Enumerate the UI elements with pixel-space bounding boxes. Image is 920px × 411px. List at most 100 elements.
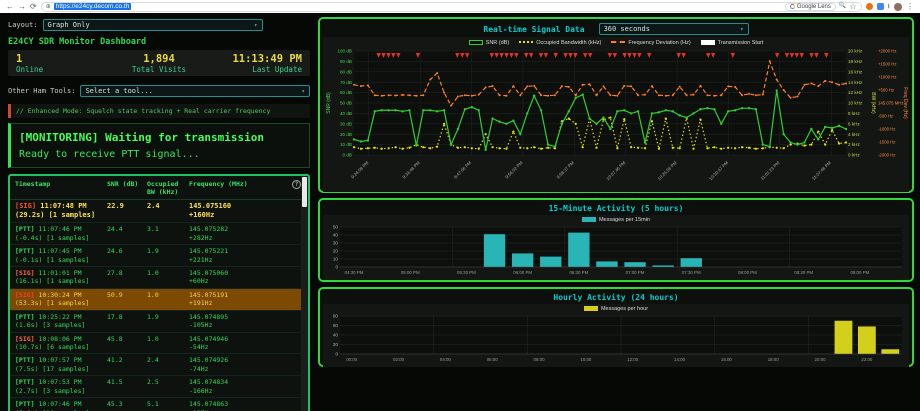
monitoring-ready-line: Ready to receive PTT signal... [19, 149, 301, 160]
table-scrollbar[interactable]: ▾ [301, 176, 308, 411]
search-icon[interactable]: 🔍 [839, 0, 846, 13]
svg-text:08:00: 08:00 [534, 357, 546, 362]
svg-text:16 kHz: 16 kHz [848, 69, 863, 74]
google-lens-button[interactable]: Google Lens [785, 3, 836, 11]
time-range-select[interactable]: 360 seconds ▾ [599, 23, 749, 35]
url-text[interactable]: https://e24cy.decom.co.th [54, 3, 132, 10]
svg-text:00:00: 00:00 [346, 357, 358, 362]
activity-15min-chart: 0102030405004:30 PM05:00 PM05:30 PM06:00… [323, 224, 909, 280]
svg-text:12 kHz: 12 kHz [848, 90, 863, 95]
col-frequency: Frequency (MHz) [189, 180, 292, 196]
help-icon[interactable]: ? [292, 180, 301, 189]
svg-text:08:30 PM: 08:30 PM [794, 270, 813, 275]
col-timestamp: Timestamp [15, 180, 107, 196]
col-snr: SNR (dB) [107, 180, 147, 196]
svg-text:60 dB: 60 dB [340, 90, 352, 95]
svg-text:9:24:08 PM: 9:24:08 PM [350, 160, 370, 180]
stat-visits: 1,894 Total Visits [111, 53, 206, 74]
signal-table-panel: Timestamp SNR (dB) Occupied BW (kHz) Fre… [8, 174, 310, 411]
svg-text:80: 80 [333, 314, 339, 319]
svg-text:-2000 Hz: -2000 Hz [878, 153, 895, 158]
svg-text:18 kHz: 18 kHz [848, 59, 863, 64]
bookmark-star-icon[interactable]: ☆ [849, 0, 856, 13]
svg-text:SNR (dB): SNR (dB) [326, 92, 332, 114]
table-row[interactable]: [PTT] 10:25:22 PM (1.6s) [3 samples]17.8… [10, 311, 308, 333]
table-row[interactable]: [SIG] 11:01:01 PM (16.1s) [1 samples]27.… [10, 267, 308, 289]
enhanced-mode-note: // Enhanced Mode: Squelch state tracking… [8, 104, 310, 118]
table-row[interactable]: [SIG] 10:30:24 PM (53.3s) [1 samples]50.… [10, 289, 308, 311]
browser-toolbar: ← → ⟳ ⊕ https://e24cy.decom.co.th Google… [0, 0, 920, 13]
svg-text:30 dB: 30 dB [340, 121, 352, 126]
chevron-down-icon: ▾ [254, 22, 258, 29]
table-row[interactable]: [PTT] 11:07:46 PM (-0.4s) [1 samples]24.… [10, 223, 308, 245]
table-row[interactable]: [PTT] 10:07:57 PM (7.5s) [17 samples]41.… [10, 354, 308, 376]
profile-avatar[interactable] [894, 3, 902, 11]
monitoring-status-line: [MONITORING] Waiting for transmission [19, 131, 301, 144]
monitoring-status-box: [MONITORING] Waiting for transmission Re… [8, 123, 310, 168]
visits-label: Total Visits [111, 65, 206, 74]
svg-text:10:25:56 PM: 10:25:56 PM [657, 160, 678, 181]
activity-15min-title: 15-Minute Activity (5 hours) [549, 204, 684, 213]
svg-text:+500 Hz: +500 Hz [878, 88, 894, 93]
svg-text:20:00: 20:00 [815, 357, 827, 362]
table-row[interactable]: [SIG] 11:07:48 PM (29.2s) [1 samples]22.… [10, 200, 308, 223]
page-title: E24CY SDR Monitor Dashboard [8, 37, 310, 47]
svg-text:80 dB: 80 dB [340, 69, 352, 74]
svg-text:20: 20 [333, 342, 339, 347]
layout-select[interactable]: Graph Only ▾ [43, 19, 263, 31]
scrollbar-thumb[interactable] [302, 177, 307, 207]
address-bar[interactable]: ⊕ https://e24cy.decom.co.th Google Lens … [41, 2, 862, 12]
svg-text:20: 20 [333, 249, 339, 254]
svg-text:10:07:46 PM: 10:07:46 PM [605, 160, 626, 181]
svg-text:05:30 PM: 05:30 PM [457, 270, 476, 275]
svg-text:6 kHz: 6 kHz [848, 121, 860, 126]
svg-text:08:00 PM: 08:00 PM [738, 270, 757, 275]
svg-text:9:56:02 PM: 9:56:02 PM [504, 160, 524, 180]
svg-text:10: 10 [333, 257, 339, 262]
svg-text:-1500 Hz: -1500 Hz [878, 140, 895, 145]
forward-icon[interactable]: → [18, 0, 26, 13]
realtime-chart-title: Real-time Signal Data [483, 25, 584, 34]
svg-text:40: 40 [333, 233, 339, 238]
extension-icon[interactable] [877, 3, 884, 10]
svg-text:16:00: 16:00 [721, 357, 733, 362]
lens-icon [790, 4, 795, 9]
tools-label: Other Ham Tools: [8, 87, 75, 95]
table-row[interactable]: [PTT] 11:07:45 PM (-0.1s) [1 samples]24.… [10, 245, 308, 267]
svg-text:04:30 PM: 04:30 PM [345, 270, 364, 275]
left-panel: Layout: Graph Only ▾ E24CY SDR Monitor D… [8, 17, 310, 411]
last-update-label: Last Update [207, 65, 302, 74]
back-icon[interactable]: ← [6, 0, 14, 13]
ham-tools-select[interactable]: Select a tool... ▾ [80, 85, 310, 97]
txstart-legend-swatch [701, 40, 715, 45]
svg-text:9:58:37 PM: 9:58:37 PM [556, 160, 576, 180]
last-update-time: 11:13:49 PM [207, 53, 302, 65]
svg-text:40: 40 [333, 333, 339, 338]
browser-menu-icon[interactable]: ⋮ [906, 0, 914, 13]
activity-hourly-chart: 02040608000:0002:0004:0006:0008:0010:001… [323, 313, 909, 367]
svg-text:18:00: 18:00 [768, 357, 780, 362]
stat-online: 1 Online [16, 53, 111, 74]
svg-text:2 kHz: 2 kHz [848, 142, 860, 147]
svg-text:+2000 Hz: +2000 Hz [878, 49, 897, 54]
svg-text:-1000 Hz: -1000 Hz [878, 127, 895, 132]
visits-count: 1,894 [111, 53, 206, 65]
extension-icon[interactable] [866, 3, 873, 10]
svg-text:20 dB: 20 dB [340, 132, 352, 137]
svg-text:0 kHz: 0 kHz [848, 153, 860, 158]
table-row[interactable]: [PTT] 10:07:46 PM (5.6s) [11 samples]45.… [10, 398, 308, 411]
svg-text:11:01:23 PM: 11:01:23 PM [760, 160, 781, 181]
svg-text:06:00 PM: 06:00 PM [513, 270, 532, 275]
signal-table-body: [SIG] 11:07:48 PM (29.2s) [1 samples]22.… [10, 200, 308, 411]
downloads-icon[interactable]: ⭳ [888, 0, 890, 13]
col-bw: Occupied BW (kHz) [147, 180, 189, 196]
refresh-icon[interactable]: ⟳ [30, 0, 37, 13]
site-info-icon[interactable]: ⊕ [46, 3, 51, 10]
table-row[interactable]: [PTT] 10:07:53 PM (2.7s) [3 samples]41.5… [10, 376, 308, 398]
realtime-signal-chart: 100 dB20 kHz90 dB18 kHz80 dB16 kHz70 dB1… [323, 48, 909, 192]
svg-text:07:30 PM: 07:30 PM [682, 270, 701, 275]
table-row[interactable]: [SIG] 10:08:06 PM (10.7s) [6 samples]45.… [10, 333, 308, 355]
online-label: Online [16, 65, 111, 74]
activity-hourly-legend: Messages per hour [323, 304, 909, 313]
signal-table-header: Timestamp SNR (dB) Occupied BW (kHz) Fre… [10, 176, 308, 200]
